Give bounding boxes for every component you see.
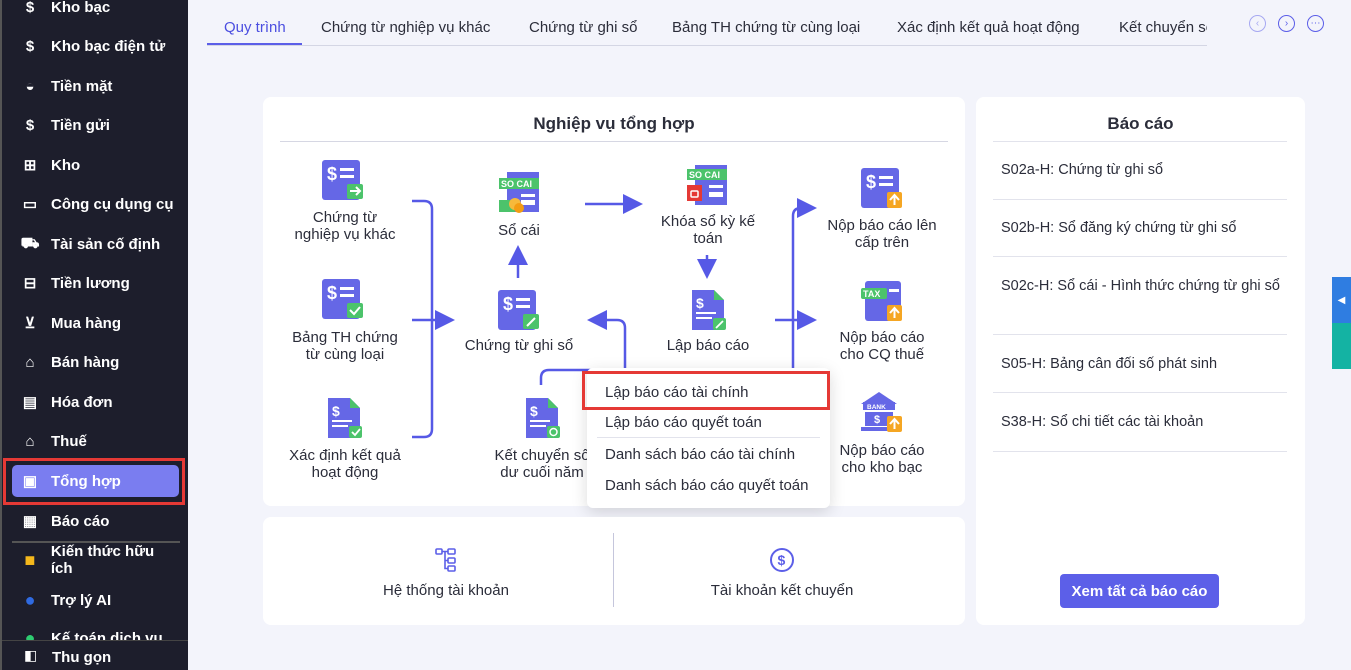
document-refresh-icon: $	[526, 398, 560, 438]
menu-lap-bao-cao-quyet-toan[interactable]: Lập báo cáo quyết toán	[605, 414, 762, 431]
highlight-box	[582, 371, 830, 410]
node-xac-dinh-ket-qua[interactable]: Xác định kết quả hoạt động	[265, 447, 425, 481]
menu-divider	[597, 437, 820, 438]
divider	[993, 334, 1287, 335]
svg-text:BANK: BANK	[867, 404, 886, 411]
arrow-ketchuyen-to-ctgs	[587, 310, 627, 370]
node-lap-bao-cao[interactable]: Lập báo cáo	[638, 337, 778, 354]
svg-text:TAX: TAX	[863, 289, 880, 299]
expand-panel-button[interactable]: ◀	[1332, 277, 1351, 323]
node-label: cấp trên	[854, 234, 910, 251]
node-label: toán	[693, 230, 723, 247]
svg-text:$: $	[874, 414, 880, 426]
report-s02c[interactable]: S02c-H: Sổ cái - Hình thức chứng từ ghi …	[1001, 276, 1286, 297]
report-s02b[interactable]: S02b-H: Sổ đăng ký chứng từ ghi sổ	[1001, 218, 1286, 239]
report-s38[interactable]: S38-H: Sổ chi tiết các tài khoản	[1001, 412, 1286, 433]
shortcut-he-thong-tai-khoan[interactable]: Hệ thống tài khoản	[263, 535, 613, 605]
menu-danh-sach-bao-cao-tai-chinh[interactable]: Danh sách báo cáo tài chính	[605, 446, 795, 463]
account-tree-icon	[435, 548, 456, 572]
node-label: Khóa sổ kỳ kế	[660, 213, 756, 230]
node-bang-th[interactable]: Bảng TH chứng từ cùng loại	[275, 329, 415, 363]
tax-upload-icon: TAX	[861, 281, 902, 321]
node-nop-kho-bac[interactable]: Nộp báo cáo cho kho bạc	[812, 442, 952, 476]
divider	[993, 256, 1287, 257]
node-label: Chứng từ	[312, 209, 378, 226]
report-s02a[interactable]: S02a-H: Chứng từ ghi sổ	[1001, 160, 1286, 181]
node-label: nghiệp vụ khác	[294, 226, 396, 243]
node-nop-cq-thue[interactable]: Nộp báo cáo cho CQ thuế	[812, 329, 952, 363]
report-s05[interactable]: S05-H: Bảng cân đối số phát sinh	[1001, 354, 1286, 375]
shortcut-tai-khoan-ket-chuyen[interactable]: $ Tài khoản kết chuyển	[614, 535, 964, 605]
caret-left-icon: ◀	[1337, 294, 1346, 306]
svg-text:SO CAI: SO CAI	[689, 170, 720, 180]
node-label: cho CQ thuế	[839, 346, 925, 363]
svg-text:$: $	[503, 294, 513, 314]
shortcut-label: Hệ thống tài khoản	[383, 582, 509, 599]
divider	[993, 141, 1287, 142]
node-khoa-so[interactable]: Khóa sổ kỳ kế toán	[638, 213, 778, 247]
arrow-to-noptren	[791, 198, 817, 368]
svg-text:$: $	[327, 164, 337, 184]
svg-text:$: $	[530, 403, 538, 419]
ledger-book-icon: SO CAI	[499, 172, 539, 213]
node-nop-cap-tren[interactable]: Nộp báo cáo lên cấp trên	[812, 217, 952, 251]
document-check-icon: $	[328, 398, 362, 438]
dollar-circle-icon: $	[770, 548, 794, 572]
node-label: từ cùng loại	[305, 346, 385, 363]
node-label: Nộp báo cáo lên	[827, 217, 937, 234]
node-chung-tu-ghi-so[interactable]: Chứng từ ghi sổ	[449, 337, 589, 354]
node-label: Nộp báo cáo	[839, 442, 925, 459]
divider	[993, 392, 1287, 393]
view-all-reports-button[interactable]: Xem tất cả báo cáo	[1060, 574, 1219, 608]
receipt-arrow-icon: $	[322, 160, 363, 200]
divider	[993, 199, 1287, 200]
node-label: Nộp báo cáo	[839, 329, 925, 346]
node-label: cho kho bạc	[841, 459, 923, 476]
svg-text:$: $	[778, 552, 786, 568]
node-label: Sổ cái	[498, 222, 540, 239]
menu-danh-sach-bao-cao-quyet-toan[interactable]: Danh sách báo cáo quyết toán	[605, 477, 808, 494]
node-label: Chứng từ ghi sổ	[464, 337, 574, 354]
node-label: Bảng TH chứng	[292, 329, 398, 346]
receipt-check-icon: $	[322, 279, 363, 319]
receipt-edit-icon: $	[498, 290, 539, 330]
receipt-upload-icon: $	[861, 168, 902, 208]
node-label: Lập báo cáo	[666, 337, 750, 354]
svg-text:$: $	[696, 295, 704, 311]
ledger-lock-icon: SO CAI	[687, 165, 727, 205]
svg-text:SO CAI: SO CAI	[501, 179, 532, 189]
node-label: hoạt động	[311, 464, 379, 481]
reports-title: Báo cáo	[1107, 114, 1174, 133]
bank-upload-icon: BANK $	[861, 392, 902, 432]
svg-text:$: $	[332, 403, 340, 419]
node-label: Xác định kết quả	[289, 447, 401, 464]
node-so-cai[interactable]: Sổ cái	[449, 222, 589, 239]
report-edit-icon: $	[692, 290, 726, 330]
side-widget-button[interactable]	[1332, 323, 1351, 369]
divider	[993, 451, 1287, 452]
shortcut-label: Tài khoản kết chuyển	[710, 582, 854, 599]
svg-text:$: $	[327, 283, 337, 303]
svg-text:$: $	[866, 172, 876, 192]
node-chung-tu-nghiep-vu-khac[interactable]: Chứng từ nghiệp vụ khác	[275, 209, 415, 243]
